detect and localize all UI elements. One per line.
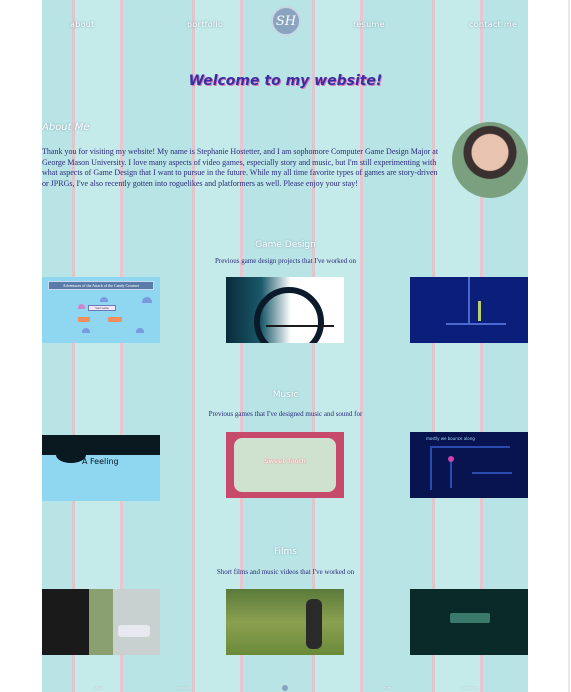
cloud-shape bbox=[100, 297, 108, 302]
ground-line bbox=[266, 325, 334, 327]
film-thumb-dark[interactable] bbox=[410, 589, 528, 655]
music-thumb-bounce[interactable]: mostly we bounce along bbox=[410, 432, 528, 498]
wall-line bbox=[468, 277, 470, 325]
ball-sprite bbox=[448, 456, 454, 462]
game-thumb-blue-level[interactable] bbox=[410, 277, 528, 343]
music-thumb-a-feeling-caption: A Feeling bbox=[82, 457, 119, 466]
footer-logo-icon[interactable] bbox=[282, 685, 288, 691]
cloud-shape bbox=[142, 297, 152, 303]
film-thumb-park[interactable] bbox=[226, 589, 344, 655]
floor-line bbox=[446, 323, 506, 325]
player-sprite bbox=[478, 301, 481, 321]
maze-line bbox=[430, 446, 510, 448]
platform-shape bbox=[78, 317, 90, 322]
game-design-heading: Game Design bbox=[255, 240, 316, 250]
person-shape bbox=[306, 599, 322, 649]
avatar bbox=[452, 122, 528, 198]
device-shape bbox=[450, 613, 490, 623]
maze-line bbox=[430, 446, 432, 490]
game-thumb-platformer[interactable] bbox=[226, 277, 344, 343]
music-thumb-a-feeling[interactable]: A Feeling bbox=[42, 435, 160, 501]
maze-line bbox=[472, 472, 512, 474]
game-design-subtitle: Previous game design projects that I've … bbox=[214, 257, 357, 265]
about-heading: About Me bbox=[42, 122, 90, 133]
footer-about-link[interactable]: about bbox=[94, 685, 103, 690]
maze-line bbox=[450, 458, 452, 488]
music-thumb-sweet-tooth[interactable]: Sweet Tooth bbox=[226, 432, 344, 498]
film-thumb-car[interactable] bbox=[42, 589, 160, 655]
films-subtitle: Short films and music videos that I've w… bbox=[216, 568, 355, 576]
footer-nav: about portfolio resume contact me bbox=[42, 684, 528, 692]
game-thumb-candy-caption: Adventures of the Attack of the Candy Cr… bbox=[48, 281, 154, 290]
car-shape bbox=[118, 625, 150, 637]
start-game-button: Start Game bbox=[88, 305, 116, 311]
footer-contact-link[interactable]: contact me bbox=[461, 685, 478, 690]
films-heading: Films bbox=[274, 547, 297, 557]
welcome-heading: Welcome to my website! bbox=[188, 73, 383, 89]
music-thumb-sweet-tooth-caption: Sweet Tooth bbox=[264, 458, 306, 465]
game-thumb-candy[interactable]: Adventures of the Attack of the Candy Cr… bbox=[42, 277, 160, 343]
footer-portfolio-link[interactable]: portfolio bbox=[175, 685, 189, 690]
about-paragraph: Thank you for visiting my website! My na… bbox=[42, 147, 439, 188]
cloud-shape bbox=[78, 304, 85, 309]
circle-shape bbox=[254, 287, 324, 343]
platform-shape bbox=[108, 317, 122, 322]
music-heading: Music bbox=[272, 390, 299, 400]
cloud-shape bbox=[82, 328, 90, 333]
cloud-shape bbox=[136, 328, 144, 333]
music-thumb-bounce-caption: mostly we bounce along bbox=[426, 436, 475, 441]
title-card bbox=[234, 438, 336, 492]
footer-resume-link[interactable]: resume bbox=[382, 685, 394, 690]
music-subtitle: Previous games that I've designed music … bbox=[208, 410, 363, 418]
